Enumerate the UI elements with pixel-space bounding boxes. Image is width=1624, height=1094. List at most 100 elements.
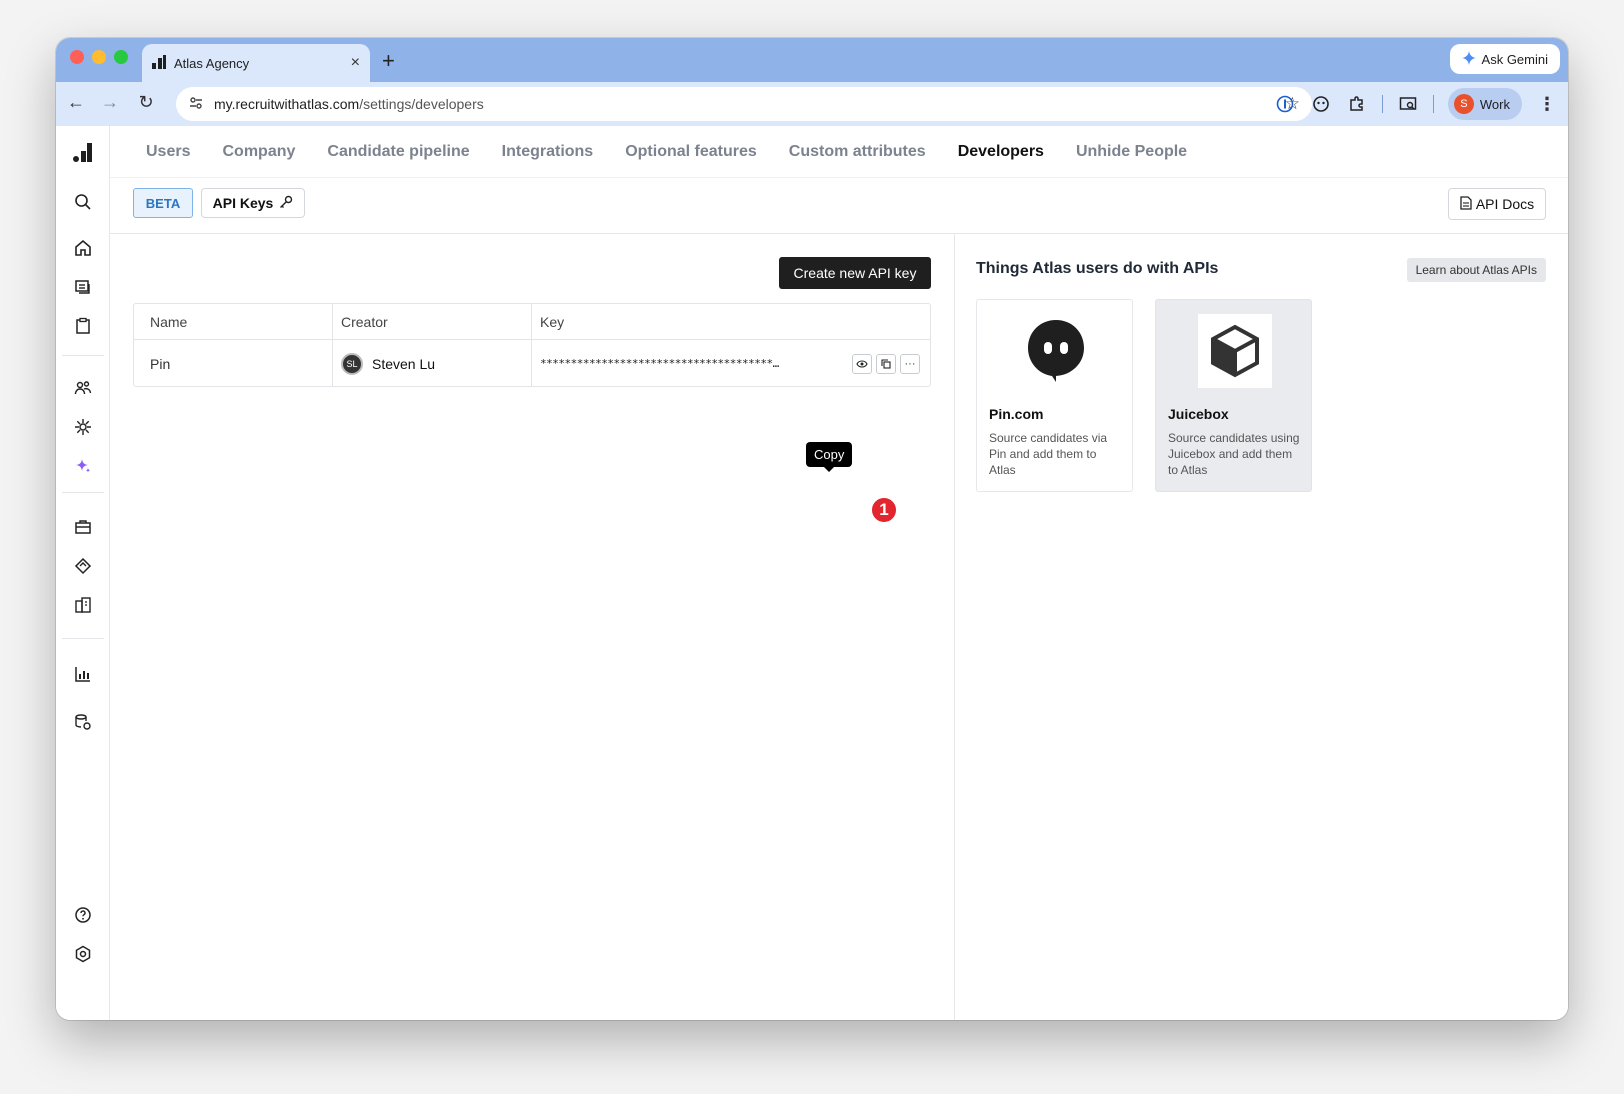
clipboard-icon[interactable] [71, 314, 95, 338]
people-icon[interactable] [71, 376, 95, 400]
document-icon [1460, 195, 1472, 213]
sourcing-spiral-icon[interactable] [71, 415, 95, 439]
nav-item-candidate-pipeline[interactable]: Candidate pipeline [311, 126, 485, 178]
sidebar-divider [62, 492, 104, 493]
atlas-favicon-icon [152, 54, 166, 72]
creator-name: Steven Lu [372, 355, 436, 372]
password-manager-icon[interactable] [1274, 93, 1296, 115]
close-window-button[interactable] [70, 50, 84, 64]
step-marker-badge: 1 [870, 496, 898, 524]
back-icon[interactable]: ← [64, 92, 88, 113]
more-menu-icon[interactable]: ⋮ [1536, 93, 1558, 115]
profile-label: Work [1479, 96, 1510, 112]
nav-item-company[interactable]: Company [206, 126, 311, 178]
nav-item-custom-attributes[interactable]: Custom attributes [773, 126, 942, 178]
api-keys-panel: Create new API key Name Creator Key Pin … [110, 234, 955, 1020]
title-bar: Atlas Agency × + Ask Gemini [56, 38, 1568, 82]
nav-item-optional-features[interactable]: Optional features [609, 126, 773, 178]
key-icon [279, 195, 293, 212]
api-keys-tab[interactable]: API Keys [201, 188, 305, 218]
nav-item-unhide-people[interactable]: Unhide People [1060, 126, 1203, 178]
sub-toolbar: BETA API Keys API Docs [110, 178, 1568, 234]
creator-avatar: SL [341, 352, 363, 375]
settings-nav: Users Company Candidate pipeline Integra… [110, 126, 1568, 178]
nav-item-integrations[interactable]: Integrations [486, 126, 610, 178]
toolbar-separator [1381, 95, 1383, 113]
ellipsis-icon: ··· [904, 357, 916, 370]
url-host: my.recruitwithatlas.com [214, 96, 360, 112]
sidebar-divider [62, 638, 104, 639]
forward-icon[interactable]: → [98, 92, 122, 113]
toolbar-actions: S Work ⋮ [1274, 88, 1558, 120]
api-keys-table: Name Creator Key Pin SL Steven Lu ******… [133, 303, 931, 387]
tab-search-icon[interactable] [1397, 93, 1419, 115]
new-tab-button[interactable]: + [382, 48, 395, 74]
briefcase-icon[interactable] [71, 515, 95, 539]
browser-tab[interactable]: Atlas Agency × [142, 44, 370, 82]
masked-key: **************************************… [540, 357, 779, 370]
learn-about-apis-button[interactable]: Learn about Atlas APIs [1406, 258, 1546, 282]
url-text: my.recruitwithatlas.com/settings/develop… [214, 96, 1275, 112]
api-ideas-panel: Things Atlas users do with APIs Learn ab… [956, 234, 1568, 1020]
pin-logo-icon [1019, 314, 1093, 388]
api-docs-button[interactable]: API Docs [1448, 188, 1546, 220]
ask-gemini-button[interactable]: Ask Gemini [1449, 44, 1560, 74]
messages-icon[interactable] [71, 275, 95, 299]
atlas-logo-icon[interactable] [71, 140, 95, 164]
profile-button[interactable]: S Work [1447, 88, 1522, 120]
search-icon[interactable] [71, 190, 95, 214]
column-header-creator: Creator [333, 304, 532, 339]
api-keys-label: API Keys [212, 195, 274, 211]
profile-avatar: S [1453, 94, 1474, 114]
copy-tooltip: Copy [806, 442, 853, 472]
key-creator-cell: SL Steven Lu [333, 340, 532, 387]
card-title: Pin.com [989, 406, 1044, 422]
ai-sparkle-icon[interactable] [71, 454, 95, 478]
buildings-icon[interactable] [71, 593, 95, 617]
card-description: Source candidates using Juicebox and add… [1168, 431, 1300, 477]
reload-icon[interactable]: ↻ [134, 92, 158, 113]
juicebox-card[interactable]: Juicebox Source candidates using Juicebo… [1155, 299, 1312, 492]
key-more-button[interactable]: ··· [900, 353, 920, 374]
home-icon[interactable] [71, 236, 95, 260]
address-bar[interactable]: my.recruitwithatlas.com/settings/develop… [176, 87, 1312, 121]
extension-face-icon[interactable] [1310, 93, 1332, 115]
pin-card[interactable]: Pin.com Source candidates via Pin and ad… [976, 299, 1133, 492]
copy-key-button[interactable] [876, 353, 896, 374]
copy-icon [881, 358, 891, 369]
api-docs-label: API Docs [1475, 196, 1535, 212]
create-api-key-button[interactable]: Create new API key [779, 257, 931, 289]
nav-item-users[interactable]: Users [130, 126, 206, 178]
extensions-puzzle-icon[interactable] [1346, 93, 1368, 115]
beta-badge: BETA [133, 188, 193, 218]
nav-item-developers[interactable]: Developers [942, 126, 1060, 178]
zoom-window-button[interactable] [114, 50, 128, 64]
minimize-window-button[interactable] [92, 50, 106, 64]
url-path: /settings/developers [359, 96, 484, 112]
reveal-key-button[interactable] [852, 353, 872, 374]
app-page: Users Company Candidate pipeline Integra… [56, 126, 1568, 1020]
sidebar-divider [62, 355, 104, 356]
column-header-key: Key [540, 313, 565, 330]
site-settings-icon[interactable] [188, 95, 204, 114]
key-name-cell: Pin [134, 340, 333, 387]
card-title: Juicebox [1168, 406, 1229, 422]
analytics-chart-icon[interactable] [71, 662, 95, 686]
window-controls [70, 50, 128, 64]
sidebar [56, 126, 110, 1020]
table-row: Pin SL Steven Lu ***********************… [134, 340, 930, 387]
eye-icon [856, 359, 868, 368]
juicebox-cube-icon [1198, 314, 1272, 388]
tab-close-icon[interactable]: × [351, 54, 360, 72]
key-value-cell: **************************************… … [532, 340, 930, 387]
gemini-sparkle-icon [1461, 50, 1476, 68]
handshake-icon[interactable] [71, 554, 95, 578]
database-icon[interactable] [71, 710, 95, 734]
toolbar-separator [1432, 95, 1434, 113]
browser-window: Atlas Agency × + Ask Gemini ← → ↻ my.rec… [56, 38, 1568, 1020]
card-description: Source candidates via Pin and add them t… [989, 431, 1108, 477]
help-icon[interactable] [71, 903, 95, 927]
table-header: Name Creator Key [134, 304, 930, 340]
settings-gear-icon[interactable] [71, 942, 95, 966]
tab-title: Atlas Agency [174, 55, 250, 71]
